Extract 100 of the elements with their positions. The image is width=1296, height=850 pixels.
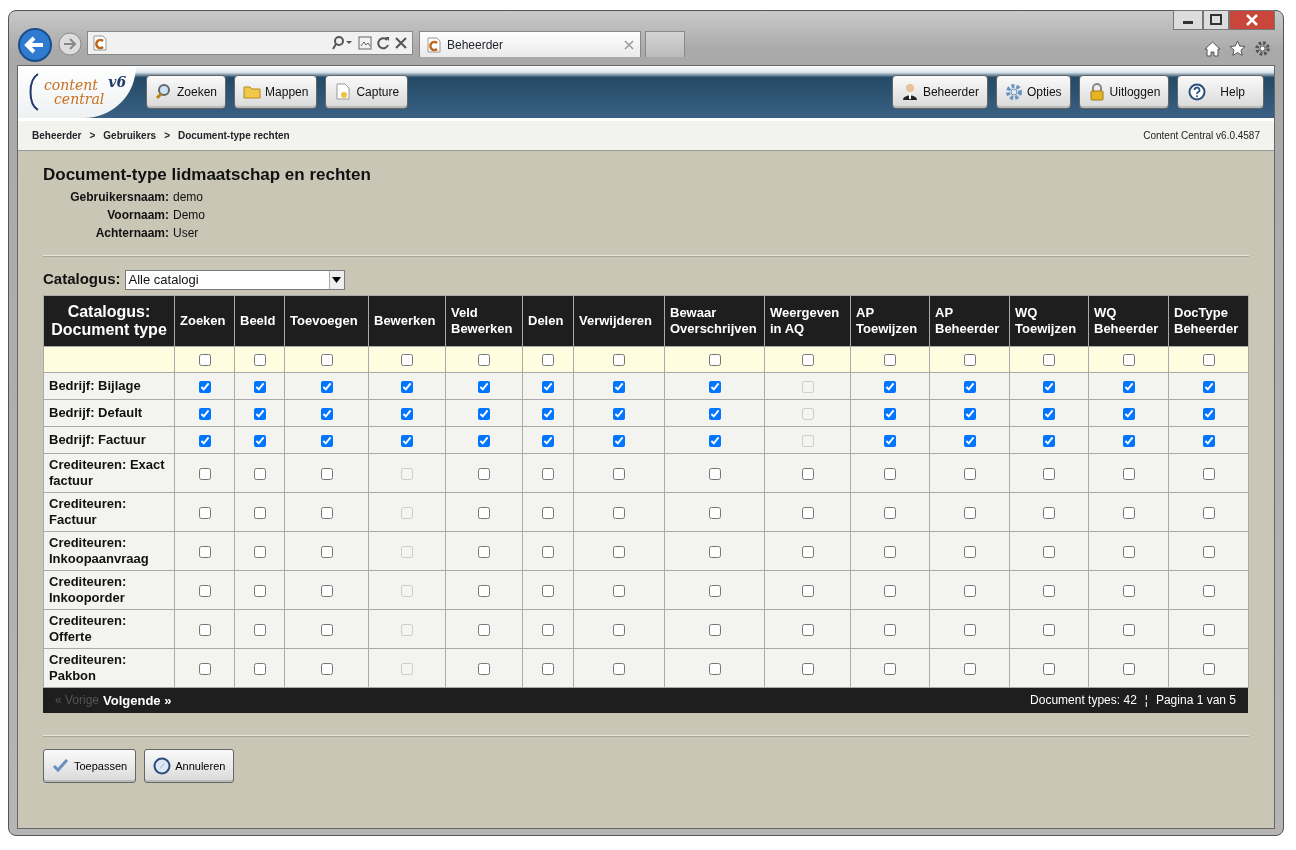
nav-button[interactable]: Help bbox=[1177, 75, 1264, 109]
checkbox[interactable] bbox=[253, 380, 266, 393]
checkbox[interactable] bbox=[1122, 354, 1135, 367]
checkbox[interactable] bbox=[478, 662, 490, 675]
checkbox[interactable] bbox=[542, 545, 554, 558]
checkbox[interactable] bbox=[884, 584, 896, 597]
checkbox[interactable] bbox=[884, 354, 896, 367]
settings-icon[interactable] bbox=[1254, 40, 1271, 57]
breadcrumb-link[interactable]: Gebruikers bbox=[103, 128, 157, 143]
checkbox[interactable] bbox=[1122, 662, 1135, 675]
checkbox[interactable] bbox=[320, 623, 333, 636]
breadcrumb-link[interactable]: Beheerder bbox=[32, 128, 82, 143]
checkbox[interactable] bbox=[1122, 623, 1135, 636]
checkbox[interactable] bbox=[320, 434, 333, 447]
checkbox[interactable] bbox=[963, 584, 976, 597]
checkbox[interactable] bbox=[253, 662, 266, 675]
checkbox[interactable] bbox=[1202, 662, 1215, 675]
checkbox[interactable] bbox=[478, 434, 490, 447]
new-tab[interactable] bbox=[645, 31, 685, 57]
checkbox[interactable] bbox=[542, 506, 554, 519]
apply-button[interactable]: Toepassen bbox=[43, 748, 137, 783]
checkbox[interactable] bbox=[801, 506, 814, 519]
checkbox[interactable] bbox=[884, 380, 896, 393]
checkbox[interactable] bbox=[708, 545, 721, 558]
checkbox[interactable] bbox=[1202, 623, 1215, 636]
checkbox[interactable] bbox=[320, 584, 333, 597]
checkbox[interactable] bbox=[542, 467, 554, 480]
checkbox[interactable] bbox=[478, 506, 490, 519]
checkbox[interactable] bbox=[708, 434, 721, 447]
checkbox[interactable] bbox=[1043, 467, 1055, 480]
checkbox[interactable] bbox=[542, 623, 554, 636]
checkbox[interactable] bbox=[253, 407, 266, 420]
checkbox[interactable] bbox=[198, 380, 211, 393]
checkbox[interactable] bbox=[253, 434, 266, 447]
checkbox[interactable] bbox=[198, 407, 211, 420]
checkbox[interactable] bbox=[1043, 623, 1055, 636]
checkbox[interactable] bbox=[198, 662, 211, 675]
checkbox[interactable] bbox=[801, 584, 814, 597]
checkbox[interactable] bbox=[884, 506, 896, 519]
checkbox[interactable] bbox=[198, 584, 211, 597]
checkbox[interactable] bbox=[963, 434, 976, 447]
checkbox[interactable] bbox=[708, 354, 721, 367]
checkbox[interactable] bbox=[1122, 506, 1135, 519]
checkbox[interactable] bbox=[320, 467, 333, 480]
checkbox[interactable] bbox=[1202, 467, 1215, 480]
address-field[interactable] bbox=[87, 31, 413, 55]
checkbox[interactable] bbox=[708, 623, 721, 636]
checkbox[interactable] bbox=[963, 545, 976, 558]
checkbox[interactable] bbox=[253, 467, 266, 480]
checkbox[interactable] bbox=[1202, 380, 1215, 393]
checkbox[interactable] bbox=[542, 662, 554, 675]
nav-button[interactable]: Beheerder bbox=[891, 75, 988, 109]
checkbox[interactable] bbox=[198, 623, 211, 636]
checkbox[interactable] bbox=[198, 467, 211, 480]
checkbox[interactable] bbox=[708, 467, 721, 480]
checkbox[interactable] bbox=[708, 380, 721, 393]
checkbox[interactable] bbox=[613, 662, 625, 675]
checkbox[interactable] bbox=[708, 506, 721, 519]
checkbox[interactable] bbox=[613, 623, 625, 636]
checkbox[interactable] bbox=[708, 662, 721, 675]
checkbox[interactable] bbox=[963, 354, 976, 367]
checkbox[interactable] bbox=[320, 662, 333, 675]
checkbox[interactable] bbox=[198, 354, 211, 367]
checkbox[interactable] bbox=[253, 545, 266, 558]
checkbox[interactable] bbox=[613, 407, 625, 420]
checkbox[interactable] bbox=[963, 407, 976, 420]
checkbox[interactable] bbox=[613, 467, 625, 480]
checkbox[interactable] bbox=[963, 467, 976, 480]
checkbox[interactable] bbox=[542, 584, 554, 597]
checkbox[interactable] bbox=[801, 467, 814, 480]
checkbox[interactable] bbox=[1043, 545, 1055, 558]
checkbox[interactable] bbox=[1122, 467, 1135, 480]
checkbox[interactable] bbox=[1202, 354, 1215, 367]
checkbox[interactable] bbox=[1202, 506, 1215, 519]
checkbox[interactable] bbox=[1202, 584, 1215, 597]
nav-button[interactable]: Opties bbox=[995, 75, 1071, 109]
checkbox[interactable] bbox=[1043, 354, 1055, 367]
checkbox[interactable] bbox=[1043, 434, 1055, 447]
checkbox[interactable] bbox=[320, 380, 333, 393]
checkbox[interactable] bbox=[708, 407, 721, 420]
checkbox[interactable] bbox=[613, 380, 625, 393]
checkbox[interactable] bbox=[884, 407, 896, 420]
checkbox[interactable] bbox=[1202, 545, 1215, 558]
checkbox[interactable] bbox=[320, 506, 333, 519]
nav-button[interactable]: Mappen bbox=[234, 75, 318, 109]
checkbox[interactable] bbox=[253, 506, 266, 519]
checkbox[interactable] bbox=[253, 623, 266, 636]
checkbox[interactable] bbox=[613, 354, 625, 367]
checkbox[interactable] bbox=[1122, 380, 1135, 393]
checkbox[interactable] bbox=[478, 623, 490, 636]
nav-button[interactable]: Capture bbox=[325, 75, 409, 109]
checkbox[interactable] bbox=[401, 380, 413, 393]
checkbox[interactable] bbox=[613, 506, 625, 519]
checkbox[interactable] bbox=[1043, 584, 1055, 597]
checkbox[interactable] bbox=[542, 434, 554, 447]
checkbox[interactable] bbox=[320, 354, 333, 367]
checkbox[interactable] bbox=[478, 354, 490, 367]
checkbox[interactable] bbox=[963, 623, 976, 636]
checkbox[interactable] bbox=[478, 584, 490, 597]
checkbox[interactable] bbox=[708, 584, 721, 597]
